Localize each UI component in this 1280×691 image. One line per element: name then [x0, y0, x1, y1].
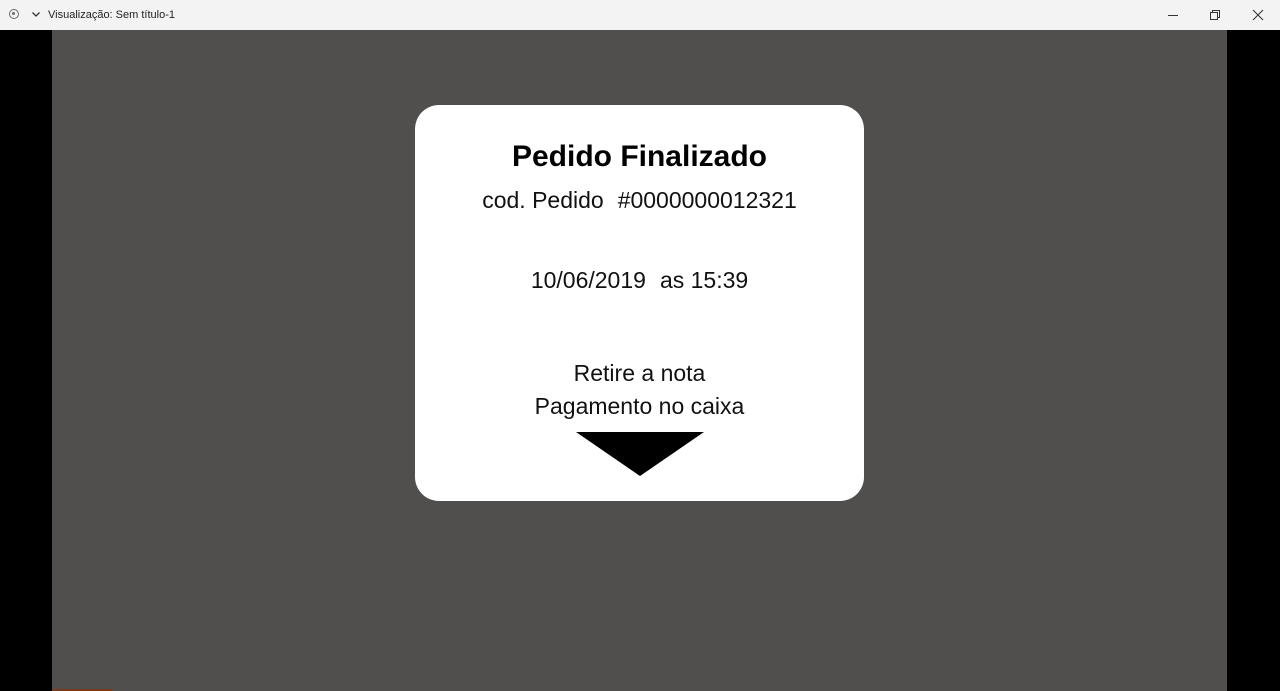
preview-canvas: Pedido Finalizado cod. Pedido #0000000012…	[52, 30, 1227, 691]
card-title: Pedido Finalizado	[511, 140, 767, 173]
minimize-button[interactable]	[1151, 0, 1195, 30]
record-icon[interactable]	[9, 9, 19, 19]
order-code-row: cod. Pedido #0000000012321	[415, 186, 864, 214]
order-date: 10/06/2019	[530, 267, 646, 293]
order-time: as 15:39	[659, 267, 749, 293]
window-titlebar: Visualização: Sem título-1	[0, 0, 1280, 30]
chevron-down-icon[interactable]	[31, 8, 41, 20]
restore-icon	[1210, 10, 1220, 20]
order-label: cod. Pedido	[482, 187, 604, 213]
order-confirmation-card: Pedido Finalizado cod. Pedido #0000000012…	[415, 105, 864, 501]
instruction-payment: Pagamento no caixa	[534, 393, 745, 419]
restore-button[interactable]	[1193, 0, 1237, 30]
close-icon	[1252, 9, 1264, 21]
close-button[interactable]	[1236, 0, 1280, 30]
window-title: Visualização: Sem título-1	[48, 9, 175, 21]
order-number: #0000000012321	[617, 187, 797, 213]
down-triangle-icon	[576, 432, 704, 476]
minimize-icon	[1168, 15, 1178, 16]
instruction-receipt: Retire a nota	[573, 360, 706, 386]
order-datetime-row: 10/06/2019 as 15:39	[415, 266, 864, 294]
